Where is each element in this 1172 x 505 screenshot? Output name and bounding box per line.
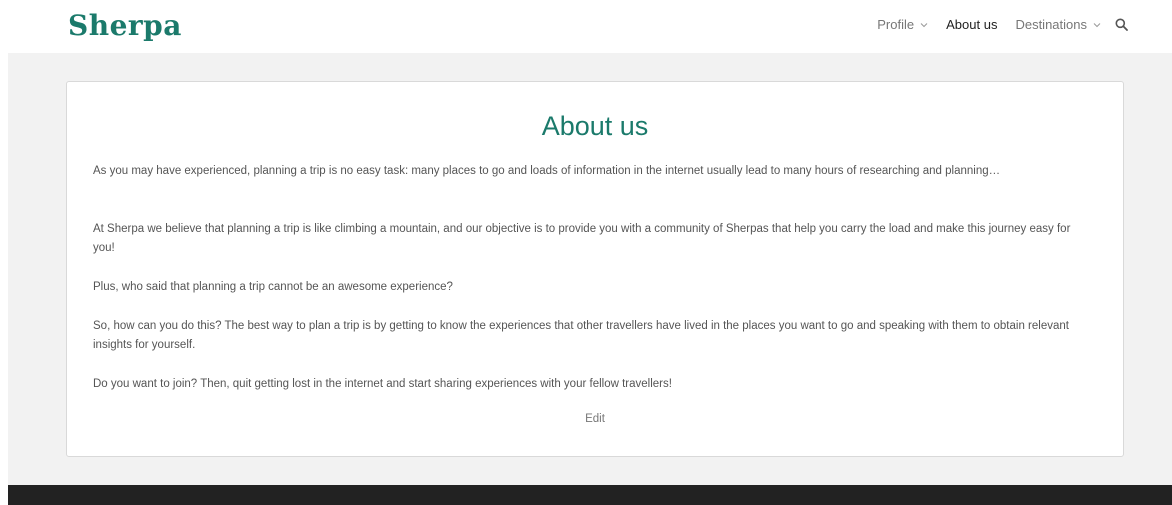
nav-item-about-us-label: About us <box>946 17 998 32</box>
brand-logo[interactable]: Sherpa <box>68 9 182 42</box>
nav-item-destinations[interactable]: Destinations <box>1015 17 1101 32</box>
nav-item-profile[interactable]: Profile <box>877 17 928 32</box>
site-footer <box>8 485 1172 505</box>
paragraph: As you may have experienced, planning a … <box>93 165 1001 177</box>
nav-item-about-us[interactable]: About us <box>946 17 997 32</box>
about-card: About us As you may have experienced, pl… <box>66 81 1124 457</box>
nav-item-destinations-label: Destinations <box>1015 17 1087 32</box>
paragraph: Plus, who said that planning a trip cann… <box>93 281 453 293</box>
page: Sherpa Profile About us Destinations Abo… <box>0 0 1172 505</box>
page-title: About us <box>541 111 649 141</box>
paragraph: So, how can you do this? The best way to… <box>93 320 1069 351</box>
edit-link[interactable]: Edit <box>67 413 1123 425</box>
paragraph: Do you want to join? Then, quit getting … <box>93 378 672 390</box>
nav-item-profile-label: Profile <box>877 17 915 32</box>
search-icon[interactable] <box>1115 18 1128 31</box>
chevron-down-icon <box>1093 22 1101 27</box>
main-nav: Profile About us Destinations <box>859 17 1128 32</box>
site-header: Sherpa Profile About us Destinations <box>0 0 1172 53</box>
chevron-down-icon <box>920 22 928 27</box>
paragraph: At Sherpa we believe that planning a tri… <box>93 223 1071 254</box>
